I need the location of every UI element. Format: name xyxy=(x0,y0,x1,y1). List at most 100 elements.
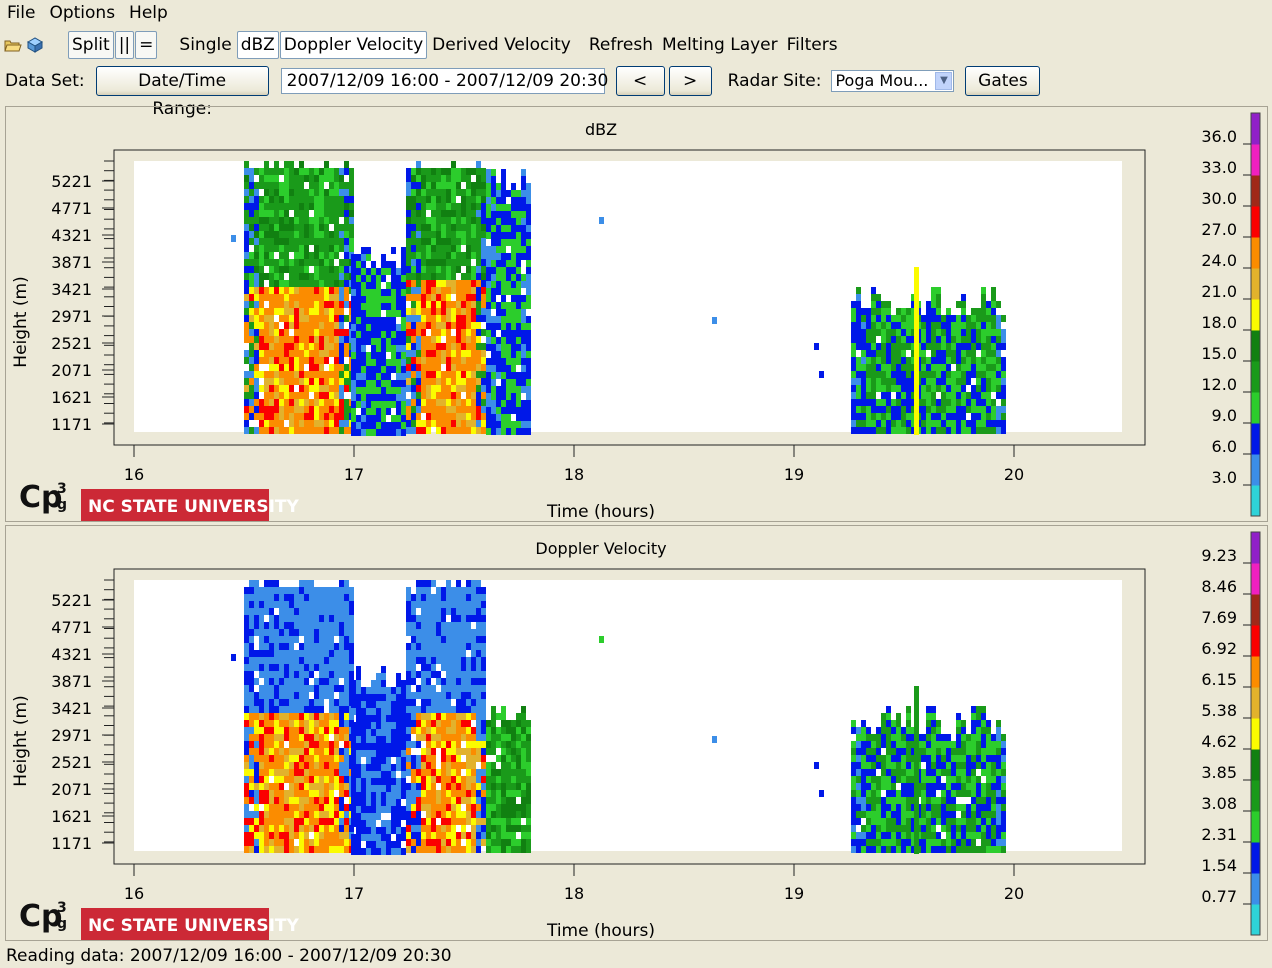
radar-cell xyxy=(309,329,314,336)
radar-cell xyxy=(376,380,381,387)
date-time-range-button[interactable]: Date/Time Range: xyxy=(95,66,269,119)
doppler-velocity-button[interactable]: Doppler Velocity xyxy=(279,31,428,59)
radar-cell xyxy=(411,420,416,427)
radar-cell xyxy=(851,308,856,315)
radar-cell xyxy=(366,743,371,750)
radar-cell xyxy=(274,846,279,853)
radar-cell xyxy=(361,415,366,422)
parallel-button[interactable]: || xyxy=(114,31,135,59)
radar-cell xyxy=(476,713,481,720)
gates-button[interactable]: Gates xyxy=(965,66,1041,96)
radar-cell xyxy=(456,371,461,378)
radar-cell xyxy=(436,713,441,720)
radar-cell xyxy=(506,400,511,407)
dbz-button[interactable]: dBZ xyxy=(236,31,279,59)
radar-cell xyxy=(391,310,396,317)
radar-cell xyxy=(446,832,451,839)
radar-cell xyxy=(991,315,996,322)
radar-cell xyxy=(946,797,951,804)
radar-cell xyxy=(411,175,416,182)
radar-cell xyxy=(289,350,294,357)
radar-cell xyxy=(516,846,521,853)
next-button[interactable]: > xyxy=(668,66,712,96)
melting-layer-button[interactable]: Melting Layer xyxy=(658,31,782,59)
radar-cell xyxy=(526,232,531,239)
split-button[interactable]: Split xyxy=(68,31,114,59)
radar-cell xyxy=(351,352,356,359)
radar-cell xyxy=(491,790,496,797)
radar-cell xyxy=(1001,385,1006,392)
radar-cell xyxy=(309,175,314,182)
radar-cell xyxy=(526,253,531,260)
radar-cell xyxy=(481,622,486,629)
radar-cell xyxy=(856,364,861,371)
radar-cell xyxy=(274,622,279,629)
radar-cell xyxy=(334,231,339,238)
radar-cell xyxy=(516,804,521,811)
equal-button[interactable]: = xyxy=(135,31,158,59)
radar-cell xyxy=(876,797,881,804)
chevron-down-icon[interactable]: ▼ xyxy=(935,72,953,90)
radar-cell xyxy=(486,288,491,295)
menu-options[interactable]: Options xyxy=(42,0,122,27)
radar-cell xyxy=(361,722,366,729)
radar-cell xyxy=(411,790,416,797)
refresh-button[interactable]: Refresh xyxy=(585,31,657,59)
radar-cell xyxy=(249,392,254,399)
radar-cell xyxy=(406,762,411,769)
radar-cell xyxy=(516,811,521,818)
radar-cell xyxy=(921,378,926,385)
radar-cell xyxy=(466,762,471,769)
radar-cell xyxy=(481,769,486,776)
derived-velocity-button[interactable]: Derived Velocity xyxy=(428,31,575,59)
radar-cell xyxy=(946,329,951,336)
radar-cell xyxy=(956,755,961,762)
radar-cell xyxy=(436,629,441,636)
open-data-icon[interactable] xyxy=(26,36,44,54)
radar-cell xyxy=(349,217,354,224)
radar-cell xyxy=(299,329,304,336)
date-time-range-field[interactable]: 2007/12/09 16:00 - 2007/12/09 20:30 xyxy=(280,68,608,94)
menu-file[interactable]: File xyxy=(0,0,42,27)
radar-cell xyxy=(421,580,426,587)
radar-cell xyxy=(486,372,491,379)
filters-button[interactable]: Filters xyxy=(783,31,842,59)
radar-cell xyxy=(971,420,976,427)
radar-cell xyxy=(366,338,371,345)
open-folder-icon[interactable] xyxy=(4,36,22,54)
radar-cell xyxy=(401,764,406,771)
radar-cell xyxy=(471,727,476,734)
prev-button[interactable]: < xyxy=(615,66,665,96)
radar-site-select[interactable]: Poga Mou... ▼ xyxy=(831,70,955,92)
menu-help[interactable]: Help xyxy=(122,0,175,27)
radar-cell xyxy=(254,182,259,189)
radar-cell xyxy=(249,301,254,308)
radar-cell xyxy=(401,422,406,429)
radar-cell xyxy=(481,643,486,650)
radar-cell xyxy=(274,685,279,692)
radar-cell xyxy=(981,301,986,308)
radar-cell xyxy=(956,713,961,720)
radar-cell xyxy=(396,387,401,394)
radar-cell xyxy=(309,643,314,650)
single-button[interactable]: Single xyxy=(175,31,235,59)
radar-cell xyxy=(244,790,249,797)
radar-cell xyxy=(876,839,881,846)
radar-cell xyxy=(476,238,481,245)
radar-cell xyxy=(886,427,891,434)
radar-cell xyxy=(461,790,466,797)
radar-cell xyxy=(254,196,259,203)
radar-cell xyxy=(279,413,284,420)
radar-cell xyxy=(349,203,354,210)
radar-cell xyxy=(866,343,871,350)
radar-cell xyxy=(391,764,396,771)
radar-cell xyxy=(486,246,491,253)
radar-cell xyxy=(391,841,396,848)
radar-cell xyxy=(289,245,294,252)
radar-cell xyxy=(431,224,436,231)
radar-cell xyxy=(431,615,436,622)
radar-cell xyxy=(329,196,334,203)
radar-cell xyxy=(971,741,976,748)
radar-cell xyxy=(334,378,339,385)
radar-cell xyxy=(339,336,344,343)
